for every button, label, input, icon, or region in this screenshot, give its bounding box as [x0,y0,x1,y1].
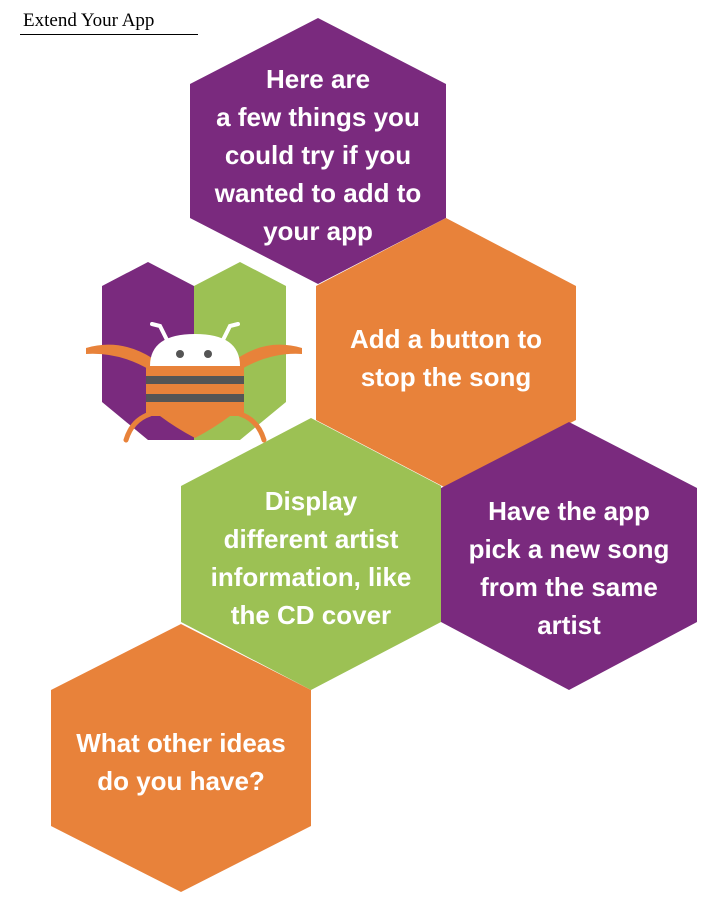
hex-other-ideas-text: What other ideas do you have? [76,728,286,796]
app-inventor-bee-icon [86,262,302,443]
hex-stop-song-text: Add a button to stop the song [349,324,543,392]
hex-new-song-text: Have the app pick a new song from the sa… [468,496,670,640]
hex-intro-text: Here are a few things you could try if y… [214,64,422,246]
hex-artist-info-text: Display different artist information, li… [210,486,412,630]
